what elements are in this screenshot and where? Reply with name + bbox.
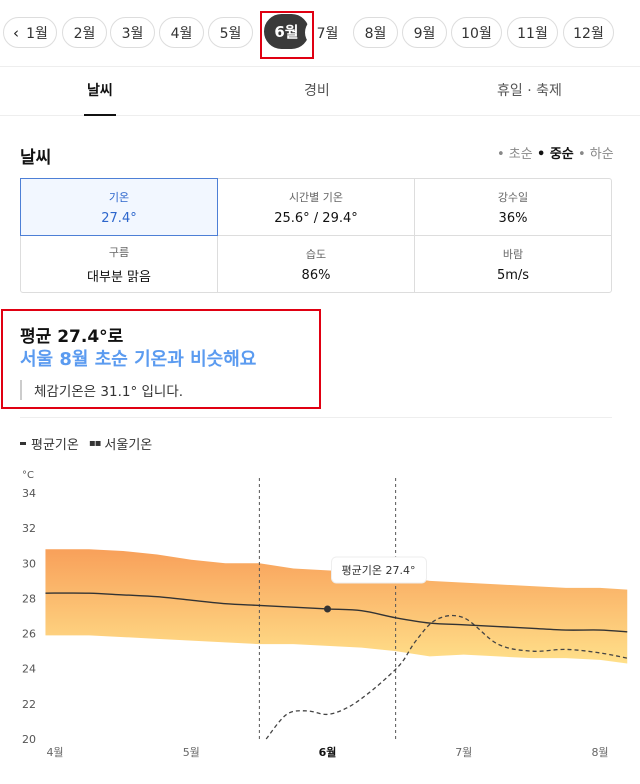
stat-humidity[interactable]: 습도 86% — [218, 236, 415, 293]
month-label: 5월 — [219, 25, 242, 42]
stat-value: 36% — [498, 210, 528, 226]
stat-label: 구름 — [108, 246, 130, 259]
x-tick-label: 5월 — [183, 746, 200, 759]
stat-label: 시간별 기온 — [288, 190, 344, 204]
stat-value: 5m/s — [496, 268, 530, 283]
y-tick-label: 22 — [22, 698, 36, 711]
stat-hourly-temp[interactable]: 시간별 기온 25.6° / 29.4° — [218, 179, 415, 236]
y-tick-label: 24 — [22, 663, 36, 676]
stat-label: 습도 — [305, 248, 327, 261]
x-tick-label: 6월 — [319, 745, 337, 759]
y-axis-unit: °C — [22, 470, 34, 481]
month-9[interactable]: 9월 — [402, 17, 447, 48]
stat-cloud[interactable]: 구름 대부분 맑음 — [21, 236, 218, 293]
month-5[interactable]: 5월 — [208, 17, 253, 48]
tab-indicator — [84, 114, 116, 116]
chevron-left-icon[interactable]: ‹ — [13, 24, 19, 42]
month-label: 7월 — [316, 25, 339, 42]
month-label: 10월 — [461, 25, 492, 42]
stat-value: 대부분 맑음 — [87, 270, 151, 285]
month-10[interactable]: 10월 — [451, 17, 502, 48]
month-label: 6월 — [274, 23, 299, 41]
month-label: 1월 — [26, 25, 48, 42]
legend-seoul: 서울기온 — [104, 438, 153, 453]
month-label: 8월 — [364, 25, 387, 42]
month-selector: ‹ 1월 2월 3월 4월 5월 6월 7월 8월 9월 10월 11월 12월 — [0, 0, 640, 67]
x-tick-label: 7월 — [455, 746, 472, 759]
stat-label: 강수일 — [497, 190, 529, 204]
stat-label: 바람 — [502, 248, 524, 261]
month-label: 4월 — [170, 25, 193, 42]
section-title: 날씨 — [20, 148, 52, 168]
highlight-point — [324, 605, 331, 613]
weather-stats-grid: 기온 27.4° 시간별 기온 25.6° / 29.4° 강수일 36% 구름… — [20, 178, 612, 293]
stat-rain-days[interactable]: 강수일 36% — [415, 179, 611, 236]
y-tick-label: 28 — [22, 592, 36, 605]
y-tick-label: 34 — [22, 487, 36, 500]
legend-avg: 평균기온 — [31, 438, 79, 453]
solid-line-icon — [20, 442, 26, 445]
month-label: 2월 — [73, 25, 96, 42]
y-tick-label: 32 — [22, 522, 36, 535]
month-6[interactable]: 6월 — [264, 14, 309, 49]
season-early[interactable]: • 초순 — [497, 143, 533, 162]
stat-value: 86% — [301, 268, 331, 283]
y-tick-label: 30 — [22, 557, 36, 570]
stat-wind[interactable]: 바람 5m/s — [415, 236, 611, 293]
x-tick-label: 8월 — [591, 746, 608, 759]
month-7[interactable]: 7월 — [305, 17, 350, 48]
stat-label: 기온 — [108, 190, 130, 204]
stat-value: 27.4° — [101, 210, 137, 226]
stat-temperature[interactable]: 기온 27.4° — [20, 178, 218, 236]
x-tick-label: 4월 — [46, 746, 63, 759]
month-11[interactable]: 11월 — [507, 17, 558, 48]
season-late[interactable]: • 하순 — [578, 143, 614, 162]
month-4[interactable]: 4월 — [159, 17, 204, 48]
month-3[interactable]: 3월 — [110, 17, 155, 48]
tab-weather[interactable]: 날씨 — [87, 80, 113, 100]
month-12[interactable]: 12월 — [563, 17, 614, 48]
month-prev-button[interactable]: ‹ 1월 — [3, 17, 57, 48]
summary-comparison: 서울 8월 초순 기온과 비슷해요 — [20, 349, 257, 370]
y-tick-label: 20 — [22, 733, 36, 746]
summary-feels-like: 체감기온은 31.1° 입니다. — [20, 380, 183, 400]
month-label: 12월 — [573, 25, 604, 42]
tab-holidays[interactable]: 휴일 · 축제 — [497, 80, 562, 100]
month-2[interactable]: 2월 — [62, 17, 107, 48]
season-mid[interactable]: • 중순 — [537, 143, 574, 162]
temperature-chart: °C 20 22 24 26 28 30 32 34 4월 5월 6월 7월 8월 평균기온 27.4° — [22, 470, 628, 759]
month-label: 3월 — [121, 25, 144, 42]
tab-expense[interactable]: 경비 — [304, 80, 330, 100]
tab-bar: 날씨 경비 휴일 · 축제 — [0, 68, 640, 116]
chart-legend: 평균기온 ▪▪ 서울기온 — [20, 434, 152, 453]
summary-headline: 평균 27.4°로 — [20, 327, 124, 347]
dashed-line-icon: ▪▪ — [88, 438, 102, 449]
month-8[interactable]: 8월 — [353, 17, 398, 48]
tooltip-text: 평균기온 27.4° — [342, 564, 416, 577]
stat-value: 25.6° / 29.4° — [274, 210, 358, 226]
y-tick-label: 26 — [22, 628, 36, 641]
month-label: 11월 — [517, 25, 548, 42]
month-label: 9월 — [413, 25, 436, 42]
divider — [20, 417, 612, 418]
